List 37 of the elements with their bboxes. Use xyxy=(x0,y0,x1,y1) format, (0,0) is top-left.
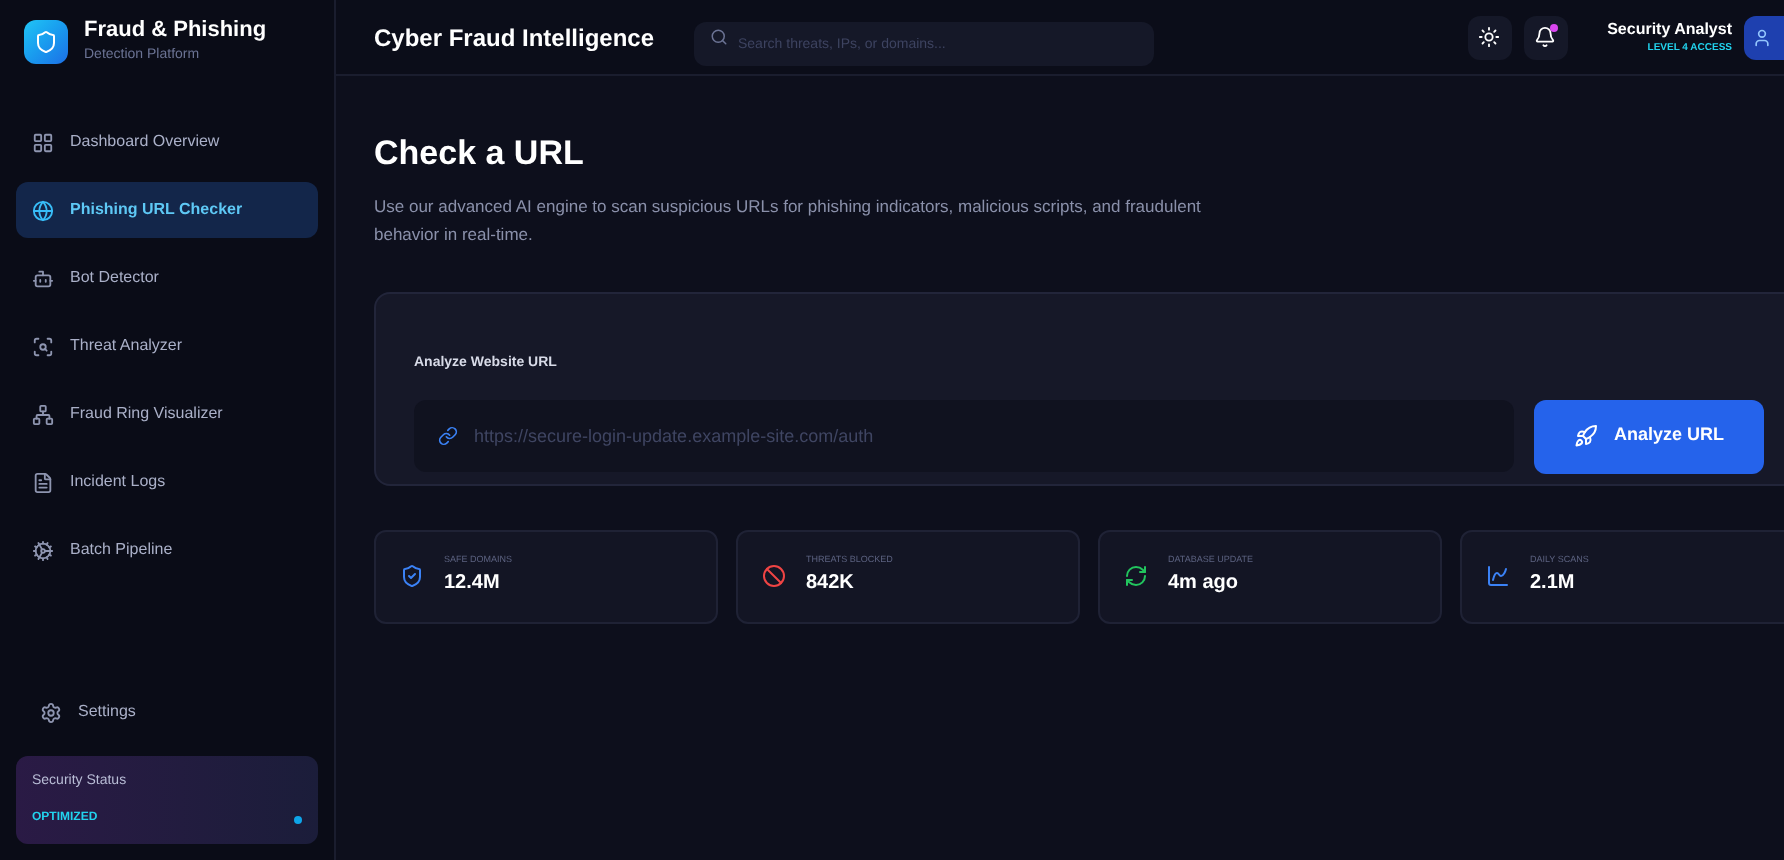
page-title: Check a URL xyxy=(374,132,586,176)
stat-value: 4m ago xyxy=(1168,569,1241,598)
sun-icon xyxy=(1478,26,1501,48)
globe-icon xyxy=(32,199,54,221)
nav-item[interactable]: Bot Detector xyxy=(16,250,318,306)
brand-title: Fraud & Phishing xyxy=(84,17,267,46)
url-field[interactable]: https://secure-login-update.example-site.com/auth xyxy=(414,400,1514,472)
network-icon xyxy=(32,403,54,425)
app-title: Cyber Fraud Intelligence xyxy=(374,21,657,55)
gears-icon xyxy=(32,539,54,561)
nav-item[interactable]: Incident Logs xyxy=(16,454,318,510)
user-icon xyxy=(1752,27,1772,47)
logo-icon xyxy=(24,20,68,64)
grid-icon xyxy=(32,131,54,153)
nav-item[interactable]: Fraud Ring Visualizer xyxy=(16,386,318,442)
theme-button[interactable] xyxy=(1467,15,1512,59)
document-icon xyxy=(32,471,54,493)
search-icon xyxy=(710,28,728,46)
user-name: Security Analyst xyxy=(1607,17,1732,42)
notification-button[interactable] xyxy=(1523,15,1568,59)
nav-item[interactable]: Dashboard Overview xyxy=(16,114,318,170)
stat-value: 12.4M xyxy=(444,569,502,598)
avatar-button[interactable] xyxy=(1744,15,1784,59)
link-icon xyxy=(438,426,458,446)
page-description: Use our advanced AI engine to scan suspicious URLs for phishing indicators, malicious scripts, and fraudulent behavior in real-time. xyxy=(374,193,1203,247)
nav-item[interactable]: Phishing URL Checker xyxy=(16,182,318,238)
magnifier-icon xyxy=(32,335,54,357)
analyze-button[interactable]: Analyze URL xyxy=(1534,399,1764,473)
stat-value: 2.1M xyxy=(1530,569,1577,598)
settings-icon xyxy=(40,701,62,723)
robot-icon xyxy=(32,267,54,289)
settings-item[interactable]: Settings xyxy=(16,684,318,740)
stat-value: 842K xyxy=(806,569,856,598)
rocket-icon xyxy=(1573,424,1598,448)
nav-item[interactable]: Batch Pipeline xyxy=(16,522,318,578)
nav-item[interactable]: Threat Analyzer xyxy=(16,318,318,374)
bell-icon xyxy=(1534,26,1557,48)
